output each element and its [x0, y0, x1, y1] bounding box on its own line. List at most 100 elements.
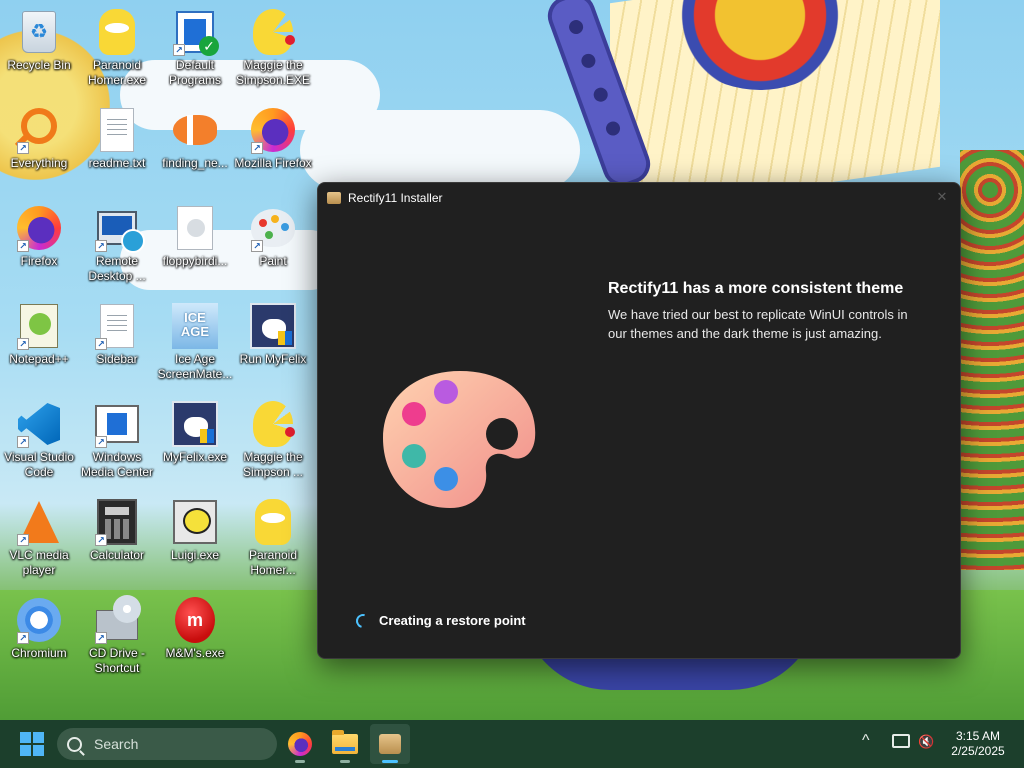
- mm-candy-icon: m: [171, 596, 219, 644]
- volume-muted-icon[interactable]: 🔇: [918, 734, 934, 750]
- desktop-icon-firefox[interactable]: ↗ Firefox: [0, 204, 78, 296]
- installer-app-icon: [327, 192, 341, 204]
- windows-logo-icon: [20, 732, 31, 743]
- desktop-icon-calculator[interactable]: ↗ Calculator: [78, 498, 156, 590]
- desktop-icon-default-programs[interactable]: ✓ ↗ Default Programs: [156, 8, 234, 100]
- desktop-icon-paint[interactable]: ↗ Paint: [234, 204, 312, 296]
- chromium-icon: ↗: [15, 596, 63, 644]
- desktop-icon-paranoid-homer-2[interactable]: Paranoid Homer...: [234, 498, 312, 590]
- window-title: Rectify11 Installer: [348, 191, 443, 205]
- notepad-plus-plus-icon: ↗: [15, 302, 63, 350]
- taskbar-app-firefox[interactable]: [280, 724, 320, 764]
- homer-simpson-icon: [249, 498, 297, 546]
- shortcut-arrow-icon: ↗: [95, 534, 107, 546]
- firefox-icon: ↗: [249, 106, 297, 154]
- media-center-icon: ↗: [93, 400, 141, 448]
- desktop-icon-luigi[interactable]: Luigi.exe: [156, 498, 234, 590]
- shortcut-arrow-icon: ↗: [17, 632, 29, 644]
- paint-palette-icon: [383, 371, 536, 508]
- desktop-icon-readme[interactable]: readme.txt: [78, 106, 156, 198]
- default-programs-icon: ✓ ↗: [171, 8, 219, 56]
- remote-desktop-icon: ↗: [93, 204, 145, 253]
- desktop-icon-finding-nemo[interactable]: finding_ne...: [156, 106, 234, 198]
- shortcut-arrow-icon: ↗: [95, 632, 107, 644]
- shortcut-arrow-icon: ↗: [95, 240, 107, 252]
- close-button[interactable]: ✕: [934, 189, 950, 205]
- file-icon: [171, 204, 219, 252]
- everything-search-icon: ↗: [15, 106, 63, 154]
- desktop-icon-paranoid-homer[interactable]: Paranoid Homer.exe: [78, 8, 156, 100]
- shortcut-arrow-icon: ↗: [17, 436, 29, 448]
- start-button[interactable]: [20, 732, 44, 756]
- maggie-simpson-icon: [249, 8, 297, 56]
- desktop-icon-remote-desktop[interactable]: ↗ Remote Desktop ...: [78, 204, 156, 296]
- calculator-icon: ↗: [93, 498, 141, 546]
- luigi-computer-icon: [171, 498, 219, 546]
- search-label: Search: [94, 736, 139, 752]
- loading-spinner-icon: [353, 610, 373, 631]
- wallpaper-cloud: [300, 110, 580, 190]
- shortcut-arrow-icon: ↗: [17, 338, 29, 350]
- homer-simpson-icon: [93, 8, 141, 56]
- shortcut-arrow-icon: ↗: [95, 338, 107, 350]
- desktop-icon-mm[interactable]: m M&M's.exe: [156, 596, 234, 688]
- cd-drive-icon: ↗: [93, 595, 141, 644]
- desktop-icon-vscode[interactable]: ↗ Visual Studio Code: [0, 400, 78, 492]
- shortcut-arrow-icon: ↗: [17, 240, 29, 252]
- blank-file-icon: ↗: [93, 302, 141, 350]
- desktop-icon-cd-drive[interactable]: ↗ CD Drive - Shortcut: [78, 595, 156, 688]
- taskbar-app-file-explorer[interactable]: [325, 724, 365, 764]
- shortcut-arrow-icon: ↗: [251, 240, 263, 252]
- paint-palette-icon: ↗: [249, 204, 297, 252]
- maggie-simpson-icon: [249, 400, 297, 448]
- desktop-icon-mozilla-firefox[interactable]: ↗ Mozilla Firefox: [234, 106, 312, 198]
- taskbar-search-box[interactable]: Search: [57, 728, 277, 760]
- taskbar-clock[interactable]: 3:15 AM 2/25/2025: [942, 729, 1014, 759]
- slide-description: We have tried our best to replicate WinU…: [608, 307, 908, 341]
- search-icon: [67, 736, 82, 752]
- desktop-icon-everything[interactable]: ↗ Everything: [0, 106, 78, 198]
- taskbar-app-rectify11-installer[interactable]: [370, 724, 410, 764]
- taskbar: Search ^ 🔇 3:15 AM 2/25/2025: [0, 720, 1024, 768]
- text-document-icon: [93, 106, 141, 154]
- tray-overflow-chevron-icon[interactable]: ^: [862, 732, 870, 750]
- desktop-icon-floppybird[interactable]: floppybirdi...: [156, 204, 234, 296]
- firefox-icon: ↗: [15, 204, 63, 252]
- wallpaper-pattern: [960, 150, 1024, 570]
- felix-cat-icon: [171, 400, 219, 448]
- desktop-icon-vlc[interactable]: ↗ VLC media player: [0, 498, 78, 590]
- shortcut-arrow-icon: ↗: [251, 142, 263, 154]
- felix-cat-icon: [249, 302, 297, 350]
- installer-icon: [379, 734, 401, 754]
- desktop-icon-sidebar[interactable]: ↗ Sidebar: [78, 302, 156, 394]
- vlc-cone-icon: ↗: [15, 498, 63, 546]
- desktop-icon-myfelix-exe[interactable]: MyFelix.exe: [156, 400, 234, 492]
- clownfish-icon: [171, 106, 219, 154]
- desktop-icon-ice-age[interactable]: ICE AGE Ice Age ScreenMate...: [156, 302, 234, 394]
- status-text: Creating a restore point: [379, 613, 526, 628]
- installer-window[interactable]: Rectify11 Installer ✕ Rectify11 has a mo…: [317, 182, 961, 659]
- desktop-icon-maggie-simpson-2[interactable]: Maggie the Simpson ...: [234, 400, 312, 492]
- window-titlebar[interactable]: Rectify11 Installer: [318, 183, 960, 213]
- shortcut-arrow-icon: ↗: [17, 534, 29, 546]
- desktop-icon-run-myfelix[interactable]: Run MyFelix: [234, 302, 312, 394]
- slide-heading: Rectify11 has a more consistent theme: [608, 280, 904, 297]
- shortcut-arrow-icon: ↗: [17, 142, 29, 154]
- ice-age-icon: ICE AGE: [171, 302, 219, 350]
- shortcut-arrow-icon: ↗: [95, 436, 107, 448]
- network-icon[interactable]: [892, 734, 910, 748]
- desktop-icon-windows-media-center[interactable]: ↗ Windows Media Center: [78, 400, 156, 492]
- desktop-icon-notepad-plus-plus[interactable]: ↗ Notepad++: [0, 302, 78, 394]
- desktop-icon-recycle-bin[interactable]: ♻ Recycle Bin: [0, 8, 78, 100]
- firefox-icon: [288, 732, 312, 756]
- folder-icon: [332, 730, 358, 754]
- install-status: Creating a restore point: [353, 610, 526, 631]
- vscode-icon: ↗: [15, 400, 63, 448]
- desktop-icon-chromium[interactable]: ↗ Chromium: [0, 596, 78, 688]
- clock-time: 3:15 AM: [955, 729, 1001, 743]
- desktop-icon-maggie-simpson[interactable]: Maggie the Simpson.EXE: [234, 8, 312, 100]
- shortcut-arrow-icon: ↗: [173, 44, 185, 56]
- checkmark-icon: ✓: [199, 36, 219, 56]
- clock-date: 2/25/2025: [951, 744, 1005, 758]
- recycle-bin-icon: ♻: [15, 8, 63, 56]
